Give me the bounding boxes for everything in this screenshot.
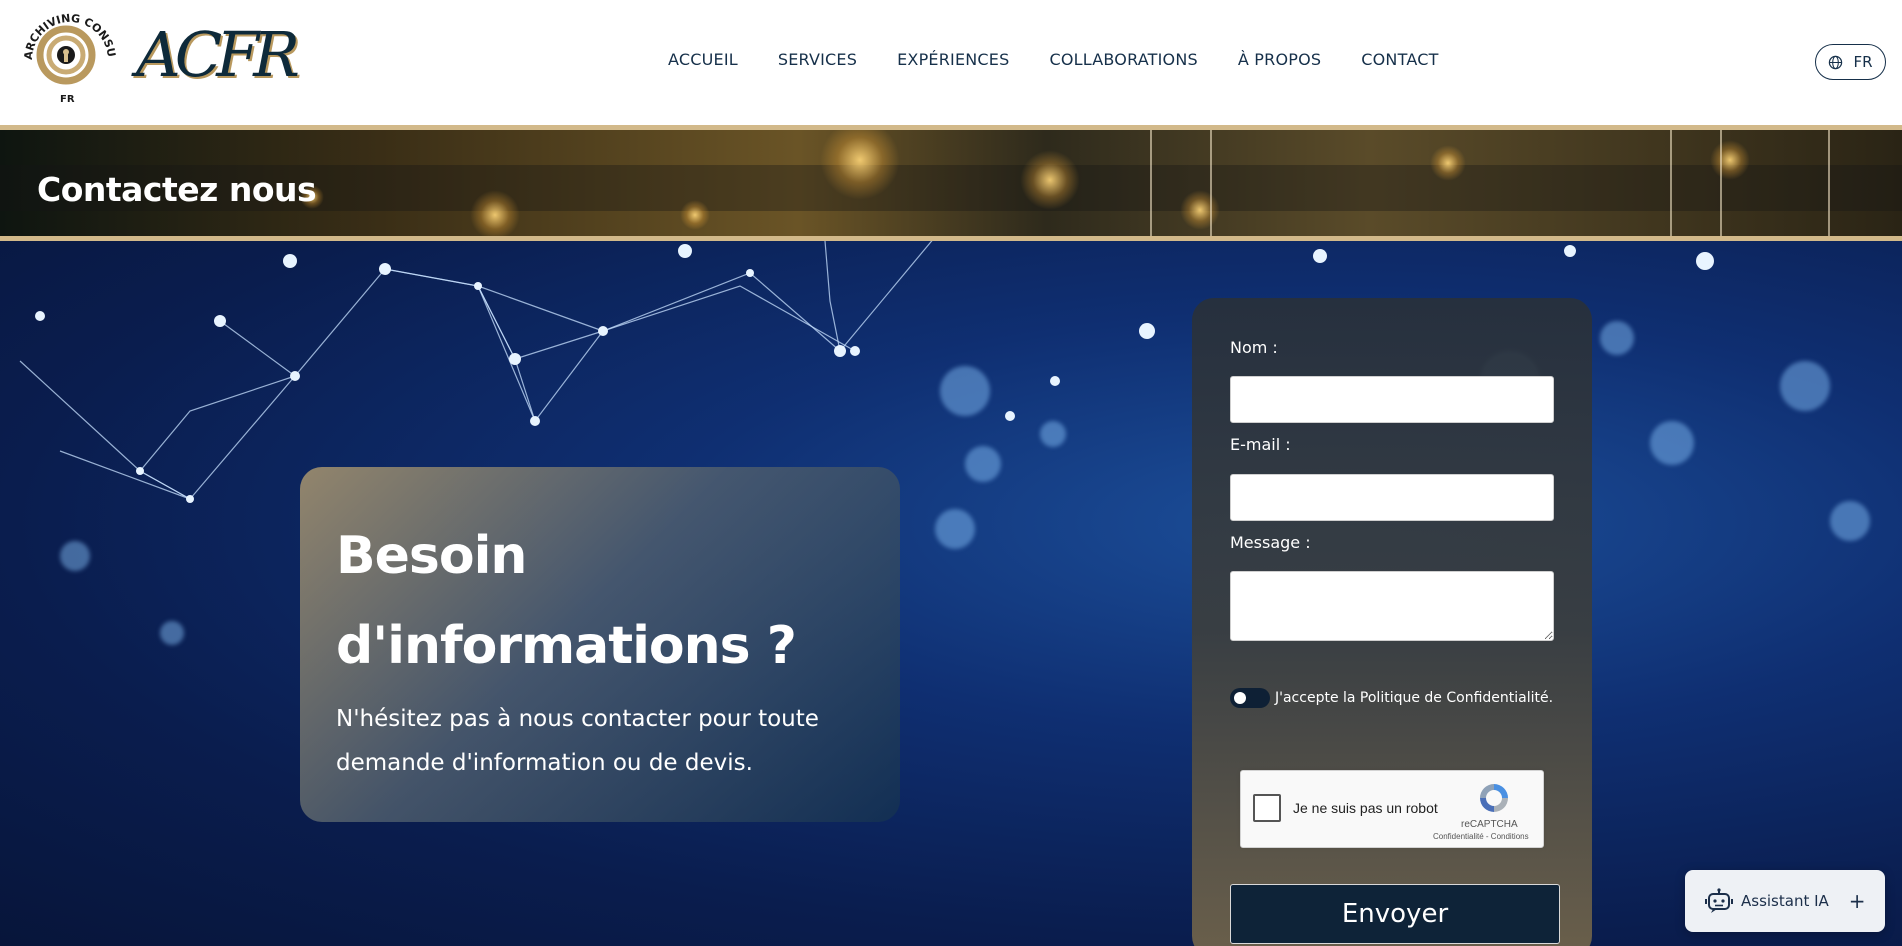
recaptcha-label: Je ne suis pas un robot bbox=[1293, 800, 1438, 816]
privacy-toggle-knob bbox=[1234, 692, 1246, 704]
info-text: N'hésitez pas à nous contacter pour tout… bbox=[336, 706, 819, 776]
info-title-line-2: d'informations ? bbox=[336, 616, 797, 676]
recaptcha-checkbox[interactable] bbox=[1253, 794, 1281, 822]
name-input[interactable] bbox=[1230, 376, 1554, 423]
recaptcha-terms[interactable]: Confidentialité - Conditions bbox=[1433, 832, 1529, 841]
assistant-widget[interactable]: Assistant IA + bbox=[1685, 870, 1885, 932]
info-title-line-1: Besoin bbox=[336, 526, 527, 586]
language-label: FR bbox=[1853, 53, 1873, 71]
logo-seal-icon[interactable]: ARCHIVING CONSULTING FR bbox=[20, 8, 120, 108]
privacy-toggle[interactable] bbox=[1230, 688, 1270, 708]
nav-experiences[interactable]: EXPÉRIENCES bbox=[897, 50, 1009, 69]
nav-contact[interactable]: CONTACT bbox=[1361, 50, 1438, 69]
hero-section bbox=[0, 241, 1902, 946]
nav-accueil[interactable]: ACCUEIL bbox=[668, 50, 738, 69]
email-input[interactable] bbox=[1230, 474, 1554, 521]
recaptcha-logo-icon bbox=[1480, 784, 1508, 812]
message-label: Message : bbox=[1230, 533, 1311, 552]
contact-form: Nom : E-mail : Message : J'accepte la Po… bbox=[1192, 298, 1592, 946]
privacy-label[interactable]: J'accepte la Politique de Confidentialit… bbox=[1275, 690, 1553, 706]
message-textarea[interactable] bbox=[1230, 571, 1554, 641]
site-header: ARCHIVING CONSULTING FR ACFR ACCUEIL SER… bbox=[0, 0, 1902, 125]
nav-collaborations[interactable]: COLLABORATIONS bbox=[1049, 50, 1197, 69]
info-title: Besoin d'informations ? bbox=[336, 511, 856, 691]
language-selector[interactable]: FR bbox=[1815, 44, 1886, 80]
recaptcha-brand: reCAPTCHA bbox=[1461, 819, 1518, 830]
name-label: Nom : bbox=[1230, 338, 1278, 357]
info-card: Besoin d'informations ? N'hésitez pas à … bbox=[300, 467, 900, 822]
robot-icon bbox=[1705, 888, 1733, 913]
recaptcha-widget: Je ne suis pas un robot reCAPTCHA Confid… bbox=[1240, 770, 1544, 848]
email-label: E-mail : bbox=[1230, 435, 1291, 454]
main-nav: ACCUEIL SERVICES EXPÉRIENCES COLLABORATI… bbox=[668, 50, 1439, 69]
assistant-expand-icon[interactable]: + bbox=[1849, 889, 1866, 913]
page-banner: Contactez nous bbox=[0, 125, 1902, 241]
nav-a-propos[interactable]: À PROPOS bbox=[1238, 50, 1321, 69]
logo-seal-fr: FR bbox=[60, 94, 75, 105]
nav-services[interactable]: SERVICES bbox=[778, 50, 857, 69]
logo-wordmark[interactable]: ACFR bbox=[136, 18, 300, 91]
assistant-label: Assistant IA bbox=[1741, 892, 1829, 910]
globe-icon bbox=[1829, 55, 1843, 69]
submit-button[interactable]: Envoyer bbox=[1230, 884, 1560, 944]
page-title: Contactez nous bbox=[37, 170, 317, 209]
